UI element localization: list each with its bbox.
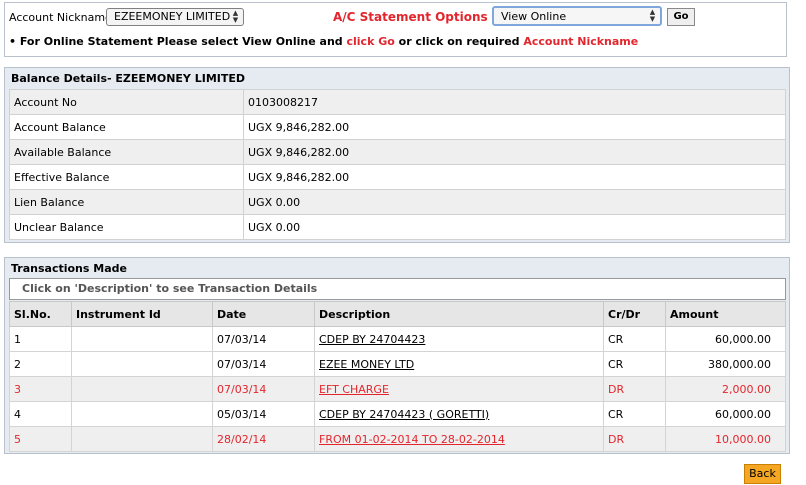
cell-slno: 1 <box>9 326 72 352</box>
col-header-instrument: Instrument Id <box>71 301 213 327</box>
balance-value: UGX 9,846,282.00 <box>243 164 786 190</box>
transactions-table: Sl.No. Instrument Id Date Description Cr… <box>9 301 786 452</box>
instruction-note: • For Online Statement Please select Vie… <box>9 35 638 48</box>
account-nickname-select[interactable]: EZEEMONEY LIMITED ▲ ▼ <box>106 8 244 26</box>
cell-slno: 2 <box>9 351 72 377</box>
table-row: 4 05/03/14 CDEP BY 24704423 ( GORETTI) C… <box>9 401 786 427</box>
cell-description: EFT CHARGE <box>314 376 604 402</box>
go-button[interactable]: Go <box>667 8 695 26</box>
cell-instrument <box>71 376 213 402</box>
col-header-description: Description <box>314 301 604 327</box>
table-row: 3 07/03/14 EFT CHARGE DR 2,000.00 <box>9 376 786 402</box>
balance-label: Available Balance <box>9 139 244 165</box>
balance-value: UGX 9,846,282.00 <box>243 139 786 165</box>
cell-crdr: CR <box>603 326 666 352</box>
cell-amount: 10,000.00 <box>665 426 786 452</box>
balance-label: Effective Balance <box>9 164 244 190</box>
description-link[interactable]: EZEE MONEY LTD <box>319 358 414 371</box>
balance-details-title: Balance Details- EZEEMONEY LIMITED <box>11 72 246 85</box>
balance-row: Unclear Balance UGX 0.00 <box>9 214 786 240</box>
select-arrows-icon: ▲ ▼ <box>232 9 239 24</box>
cell-amount: 2,000.00 <box>665 376 786 402</box>
cell-date: 07/03/14 <box>212 376 315 402</box>
balance-row: Lien Balance UGX 0.00 <box>9 189 786 215</box>
cell-slno: 5 <box>9 426 72 452</box>
balance-table: Account No 0103008217 Account Balance UGX … <box>9 89 786 240</box>
statement-options-label: A/C Statement Options --> <box>333 10 512 24</box>
cell-crdr: CR <box>603 351 666 377</box>
cell-date: 05/03/14 <box>212 401 315 427</box>
cell-crdr: CR <box>603 401 666 427</box>
cell-description: EZEE MONEY LTD <box>314 351 604 377</box>
cell-instrument <box>71 351 213 377</box>
cell-amount: 380,000.00 <box>665 351 786 377</box>
table-row: 1 07/03/14 CDEP BY 24704423 CR 60,000.00 <box>9 326 786 352</box>
cell-instrument <box>71 401 213 427</box>
col-header-date: Date <box>212 301 315 327</box>
table-header-row: Sl.No. Instrument Id Date Description Cr… <box>9 301 786 327</box>
cell-amount: 60,000.00 <box>665 401 786 427</box>
account-nickname-value: EZEEMONEY LIMITED <box>114 10 231 23</box>
balance-row: Effective Balance UGX 9,846,282.00 <box>9 164 786 190</box>
statement-options-value: View Online <box>501 10 567 23</box>
cell-slno: 3 <box>9 376 72 402</box>
transactions-panel[interactable]: Transactions Made Click on 'Description'… <box>4 257 790 454</box>
cell-description: CDEP BY 24704423 ( GORETTI) <box>314 401 604 427</box>
cell-description: CDEP BY 24704423 <box>314 326 604 352</box>
balance-details-panel: Balance Details- EZEEMONEY LIMITED Accou… <box>4 67 790 243</box>
col-header-slno: Sl.No. <box>9 301 72 327</box>
note-text-1: For Online Statement Please select View … <box>16 35 347 48</box>
back-button[interactable]: Back <box>744 464 781 484</box>
cell-date: 28/02/14 <box>212 426 315 452</box>
col-header-amount: Amount <box>665 301 786 327</box>
cell-crdr: DR <box>603 376 666 402</box>
balance-label: Account No <box>9 89 244 115</box>
description-link[interactable]: FROM 01-02-2014 TO 28-02-2014 <box>319 433 505 446</box>
balance-value: 0103008217 <box>243 89 786 115</box>
col-header-crdr: Cr/Dr <box>603 301 666 327</box>
transactions-title: Transactions Made <box>11 262 127 275</box>
note-text-2: or click on required <box>394 35 524 48</box>
cell-description: FROM 01-02-2014 TO 28-02-2014 <box>314 426 604 452</box>
balance-row: Account Balance UGX 9,846,282.00 <box>9 114 786 140</box>
description-link[interactable]: EFT CHARGE <box>319 383 389 396</box>
statement-options-panel: Account Nickname EZEEMONEY LIMITED ▲ ▼ A/… <box>4 2 787 57</box>
balance-label: Unclear Balance <box>9 214 244 240</box>
balance-row: Available Balance UGX 9,846,282.00 <box>9 139 786 165</box>
description-link[interactable]: CDEP BY 24704423 ( GORETTI) <box>319 408 489 421</box>
account-nickname-label: Account Nickname <box>9 11 112 24</box>
balance-value: UGX 9,846,282.00 <box>243 114 786 140</box>
bullet: • <box>9 35 17 48</box>
note-click-go: click Go <box>346 35 395 48</box>
table-row: 2 07/03/14 EZEE MONEY LTD CR 380,000.00 <box>9 351 786 377</box>
balance-row: Account No 0103008217 <box>9 89 786 115</box>
cell-instrument <box>71 426 213 452</box>
balance-value: UGX 0.00 <box>243 189 786 215</box>
balance-value: UGX 0.00 <box>243 214 786 240</box>
cell-crdr: DR <box>603 426 666 452</box>
balance-label: Lien Balance <box>9 189 244 215</box>
statement-options-select[interactable]: View Online ▲ ▼ <box>492 6 662 26</box>
balance-label: Account Balance <box>9 114 244 140</box>
cell-slno: 4 <box>9 401 72 427</box>
cell-amount: 60,000.00 <box>665 326 786 352</box>
transactions-hint: Click on 'Description' to see Transactio… <box>9 278 786 300</box>
table-row: 5 28/02/14 FROM 01-02-2014 TO 28-02-2014… <box>9 426 786 452</box>
note-account-nickname: Account Nickname <box>523 35 639 48</box>
cell-date: 07/03/14 <box>212 351 315 377</box>
cell-date: 07/03/14 <box>212 326 315 352</box>
description-link[interactable]: CDEP BY 24704423 <box>319 333 425 346</box>
select-arrows-icon: ▲ ▼ <box>649 8 656 23</box>
cell-instrument <box>71 326 213 352</box>
